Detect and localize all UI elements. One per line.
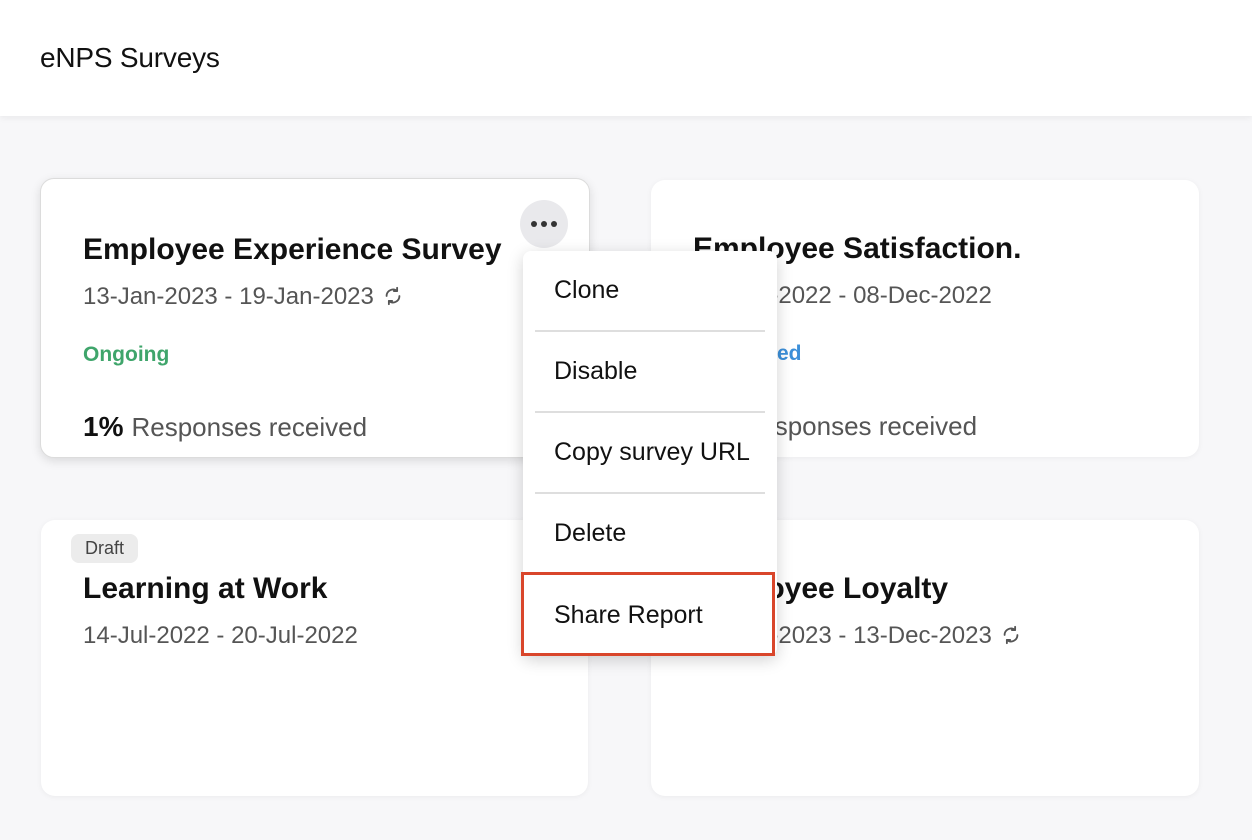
more-options-button[interactable] [520, 200, 568, 248]
survey-card-learning-at-work[interactable]: Draft Learning at Work 14-Jul-2022 - 20-… [41, 520, 588, 796]
survey-dates: 13-Jan-2023 - 19-Jan-2023 [83, 283, 374, 310]
menu-item-delete[interactable]: Delete [535, 494, 765, 575]
response-label: Responses received [131, 412, 368, 442]
context-menu: Clone Disable Copy survey URL Delete Sha… [523, 251, 777, 656]
draft-badge: Draft [71, 534, 139, 563]
survey-title: Employee Experience Survey [83, 233, 502, 266]
response-percentage: 1% [83, 411, 124, 442]
status-label: Ongoing [83, 343, 170, 366]
survey-dates-row: 13-Jan-2023 - 19-Jan-2023 [83, 283, 404, 311]
menu-item-clone[interactable]: Clone [535, 251, 765, 332]
ellipsis-icon [531, 221, 557, 227]
survey-card-employee-experience[interactable]: Employee Experience Survey 13-Jan-2023 -… [40, 178, 590, 458]
menu-item-share-report[interactable]: Share Report [535, 575, 765, 656]
responses-row: 1% Responses received [83, 411, 367, 443]
sync-icon [1003, 625, 1019, 645]
menu-item-copy-survey-url[interactable]: Copy survey URL [535, 413, 765, 494]
sync-icon [385, 286, 401, 306]
page-header: eNPS Surveys [0, 0, 1252, 116]
survey-dates: 14-Jul-2022 - 20-Jul-2022 [83, 622, 358, 649]
survey-title: Learning at Work [83, 572, 328, 605]
menu-item-disable[interactable]: Disable [535, 332, 765, 413]
page-title: eNPS Surveys [40, 42, 220, 73]
